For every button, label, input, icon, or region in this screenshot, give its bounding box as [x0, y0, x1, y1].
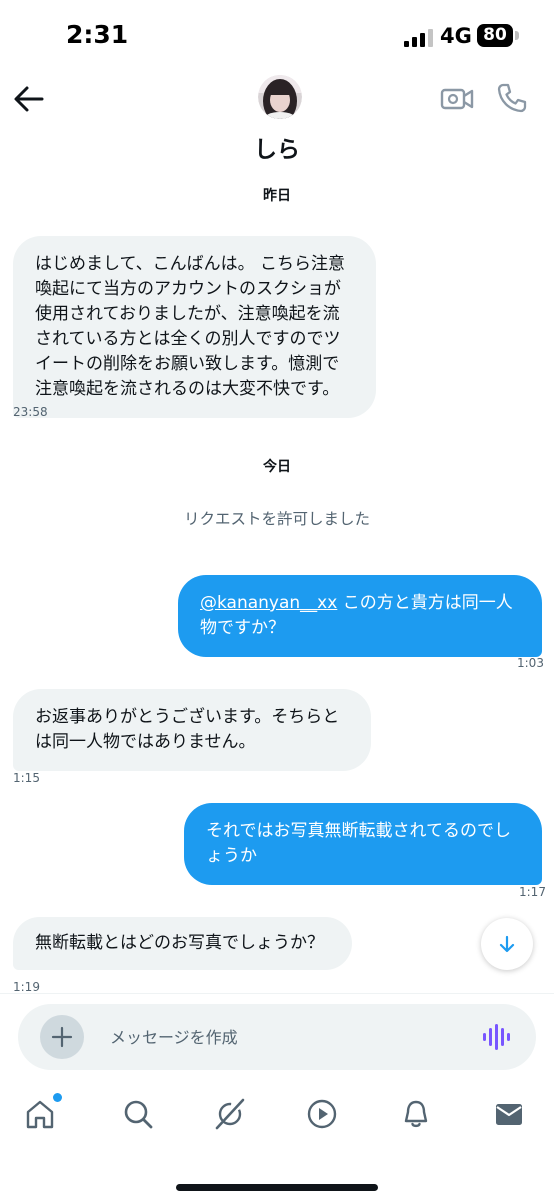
- message-composer: [18, 1004, 536, 1070]
- status-time: 2:31: [66, 20, 129, 49]
- battery-tip: [515, 31, 519, 40]
- message-timestamp: 1:15: [13, 771, 40, 785]
- avatar[interactable]: [258, 75, 302, 119]
- grok-icon: [215, 1098, 245, 1130]
- scroll-to-bottom-button[interactable]: [481, 918, 533, 970]
- message-timestamp: 1:17: [519, 885, 546, 899]
- incoming-message[interactable]: お返事ありがとうございます。そちらとは同一人物ではありません。: [13, 689, 371, 771]
- bell-icon: [404, 1100, 428, 1128]
- conversation-header: しら: [0, 70, 554, 170]
- composer-divider: [0, 993, 554, 994]
- message-timestamp: 1:19: [13, 980, 40, 994]
- signal-icon: [404, 29, 433, 47]
- tab-messages[interactable]: [489, 1094, 529, 1134]
- tab-search[interactable]: [118, 1094, 158, 1134]
- search-icon: [124, 1100, 153, 1129]
- phone-call-icon[interactable]: [496, 82, 528, 114]
- incoming-message[interactable]: はじめまして、こんばんは。 こちら注意喚起にて当方のアカウントのスクショが使用さ…: [13, 236, 376, 418]
- tab-notifications[interactable]: [396, 1094, 436, 1134]
- home-icon: [26, 1100, 54, 1129]
- network-type: 4G: [440, 24, 472, 48]
- arrow-down-icon: [499, 935, 515, 953]
- battery-icon: 80: [477, 24, 513, 47]
- request-accepted-notice: リクエストを許可しました: [183, 510, 370, 528]
- video-call-icon[interactable]: [440, 84, 474, 114]
- message-timestamp: 1:03: [517, 656, 544, 670]
- battery-level: 80: [483, 25, 507, 45]
- tab-grok[interactable]: [210, 1094, 250, 1134]
- message-input[interactable]: [110, 1025, 450, 1049]
- status-bar: 2:31 4G 80: [0, 0, 554, 70]
- back-arrow-icon[interactable]: [12, 84, 46, 114]
- mail-icon: [496, 1104, 522, 1125]
- voice-message-icon[interactable]: [482, 1023, 512, 1051]
- add-media-button[interactable]: [40, 1015, 84, 1059]
- plus-icon: [51, 1026, 73, 1048]
- bottom-tab-bar: [0, 1080, 554, 1170]
- tab-video[interactable]: [302, 1094, 342, 1134]
- date-separator-yesterday: 昨日: [263, 188, 291, 204]
- play-icon: [307, 1099, 337, 1129]
- outgoing-message[interactable]: @kananyan__xx この方と貴方は同一人物ですか？: [178, 575, 542, 657]
- contact-name[interactable]: しら: [0, 130, 554, 164]
- mention-link[interactable]: @kananyan__xx: [200, 593, 337, 613]
- home-indicator: [176, 1184, 378, 1191]
- notification-dot: [53, 1093, 62, 1102]
- message-timestamp: 23:58: [13, 405, 48, 419]
- incoming-message[interactable]: 無断転載とはどのお写真でしょうか？: [13, 917, 352, 970]
- outgoing-message[interactable]: それではお写真無断転載されてるのでしょうか: [184, 803, 542, 885]
- date-separator-today: 今日: [263, 459, 291, 475]
